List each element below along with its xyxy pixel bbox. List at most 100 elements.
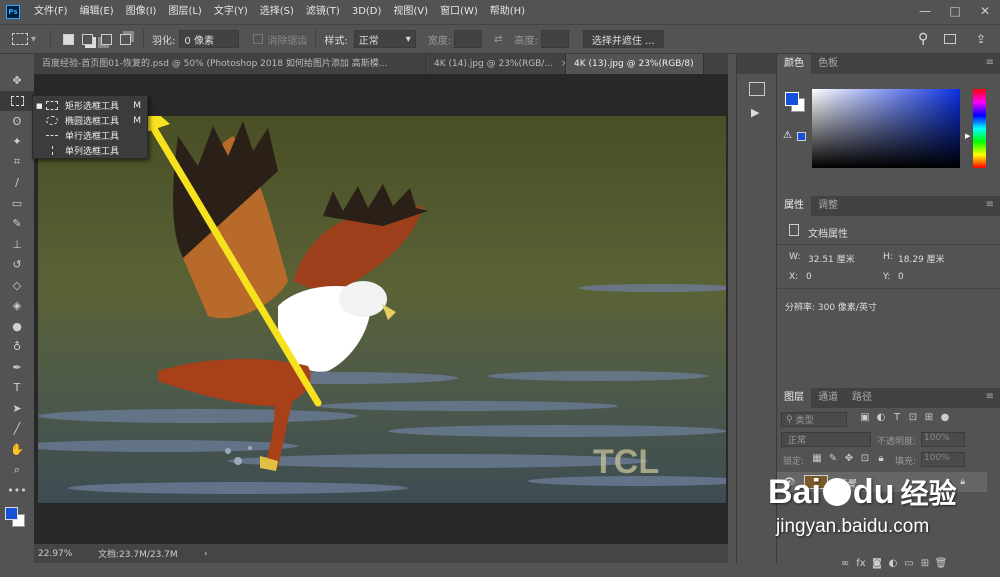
clone-stamp-tool-icon[interactable]: ⊥ bbox=[0, 234, 34, 255]
tab-layers[interactable]: 图层 bbox=[777, 388, 811, 408]
new-selection-icon[interactable] bbox=[63, 33, 75, 45]
eyedropper-tool-icon[interactable]: ∕ bbox=[0, 173, 34, 194]
menu-view[interactable]: 视图(V) bbox=[387, 0, 434, 24]
pen-tool-icon[interactable]: ✒ bbox=[0, 357, 34, 378]
flyout-single-row-marquee[interactable]: 单行选框工具 bbox=[33, 128, 147, 143]
rect-marquee-tool-icon[interactable] bbox=[0, 90, 34, 111]
blend-mode-select[interactable]: 正常 bbox=[781, 432, 871, 447]
menu-file[interactable]: 文件(F) bbox=[28, 0, 74, 24]
lock-transparent-icon[interactable]: ▦ bbox=[809, 453, 825, 464]
intersect-selection-icon[interactable] bbox=[120, 33, 132, 45]
menu-filter[interactable]: 滤镜(T) bbox=[300, 0, 346, 24]
tab-channels[interactable]: 通道 bbox=[811, 388, 845, 408]
flyout-ellipse-marquee[interactable]: 椭圆选框工具 M bbox=[33, 113, 147, 128]
lock-artboard-icon[interactable]: ⊡ bbox=[857, 453, 873, 464]
menu-layer[interactable]: 图层(L) bbox=[162, 0, 207, 24]
zoom-tool-icon[interactable]: ⌕ bbox=[0, 460, 34, 481]
menu-3d[interactable]: 3D(D) bbox=[346, 0, 388, 24]
adjustment-filter-icon[interactable]: ◐ bbox=[873, 412, 889, 423]
menu-edit[interactable]: 编辑(E) bbox=[74, 0, 120, 24]
hue-slider[interactable] bbox=[973, 89, 986, 168]
healing-brush-tool-icon[interactable]: ▭ bbox=[0, 193, 34, 214]
hand-tool-icon[interactable]: ✋ bbox=[0, 439, 34, 460]
flyout-rect-marquee[interactable]: ■ 矩形选框工具 M bbox=[33, 98, 147, 113]
tab-document-3[interactable]: 4K (13).jpg @ 23%(RGB/8) × bbox=[566, 54, 704, 74]
width-input[interactable] bbox=[454, 30, 483, 48]
properties-panel-tabs: 属性 调整 ≡ bbox=[777, 196, 1000, 216]
brush-tool-icon[interactable]: ✎ bbox=[0, 214, 34, 235]
add-selection-icon[interactable] bbox=[82, 33, 94, 45]
feather-input[interactable]: 0 像素 bbox=[179, 30, 240, 48]
y-label: Y: bbox=[883, 272, 891, 282]
share-icon[interactable]: ⇪ bbox=[976, 32, 986, 46]
tab-document-2[interactable]: 4K (14).jpg @ 23%(RGB/...× bbox=[426, 54, 566, 74]
document-photo[interactable]: TCL bbox=[38, 116, 726, 503]
path-selection-tool-icon[interactable]: ➤ bbox=[0, 398, 34, 419]
opacity-input[interactable]: 100% bbox=[921, 432, 965, 447]
maximize-button[interactable]: □ bbox=[940, 0, 970, 24]
crop-tool-icon[interactable]: ⌗ bbox=[0, 152, 34, 173]
subtract-selection-icon[interactable] bbox=[101, 33, 113, 45]
blur-tool-icon[interactable]: ● bbox=[0, 316, 34, 337]
watermark-brand-mid: du bbox=[852, 472, 895, 511]
watermark-url: jingyan.baidu.com bbox=[776, 516, 930, 537]
swap-icon[interactable]: ⇄ bbox=[494, 34, 502, 45]
history-panel-icon[interactable] bbox=[749, 82, 765, 96]
lock-image-icon[interactable]: ✎ bbox=[825, 453, 841, 464]
height-input[interactable] bbox=[540, 30, 569, 48]
smart-object-filter-icon[interactable]: ⊞ bbox=[921, 412, 937, 423]
menu-help[interactable]: 帮助(H) bbox=[484, 0, 531, 24]
color-field[interactable] bbox=[812, 89, 960, 168]
panel-menu-icon[interactable]: ≡ bbox=[986, 199, 994, 210]
type-filter-icon[interactable]: T bbox=[889, 412, 905, 423]
lock-position-icon[interactable]: ✥ bbox=[841, 453, 857, 464]
pixel-filter-icon[interactable]: ▣ bbox=[857, 412, 873, 423]
tab-color[interactable]: 颜色 bbox=[777, 54, 811, 74]
status-menu-arrow-icon[interactable]: › bbox=[204, 549, 208, 559]
filter-label: 类型 bbox=[795, 416, 814, 426]
tab-properties[interactable]: 属性 bbox=[777, 196, 811, 216]
select-and-mask-button[interactable]: 选择并遮住 ... bbox=[582, 30, 664, 48]
menu-window[interactable]: 窗口(W) bbox=[434, 0, 484, 24]
type-tool-icon[interactable]: T bbox=[0, 378, 34, 399]
marquee-preset-icon[interactable] bbox=[12, 33, 28, 45]
filter-toggle-icon[interactable]: ● bbox=[937, 412, 953, 423]
search-icon[interactable]: ⚲ bbox=[918, 31, 928, 47]
magic-wand-tool-icon[interactable]: ✦ bbox=[0, 132, 34, 153]
move-tool-icon[interactable]: ✥ bbox=[0, 70, 34, 91]
workspace-icon[interactable] bbox=[944, 34, 956, 44]
document-tabs: 百度经验-首页图01-恢复的.psd @ 50% (Photoshop 2018… bbox=[34, 54, 728, 74]
line-tool-icon[interactable]: ╱ bbox=[0, 419, 34, 440]
tab-paths[interactable]: 路径 bbox=[845, 388, 879, 408]
fill-input[interactable]: 100% bbox=[921, 452, 965, 467]
layer-filter-select[interactable]: ⚲ 类型 bbox=[781, 412, 847, 427]
close-icon[interactable]: × bbox=[702, 54, 703, 74]
tab-document-1[interactable]: 百度经验-首页图01-恢复的.psd @ 50% (Photoshop 2018… bbox=[34, 54, 426, 74]
menu-type[interactable]: 文字(Y) bbox=[208, 0, 254, 24]
minimize-button[interactable]: — bbox=[910, 0, 940, 24]
style-label: 样式: bbox=[324, 35, 348, 47]
antialias-checkbox[interactable] bbox=[253, 34, 264, 44]
panel-menu-icon[interactable]: ≡ bbox=[986, 57, 994, 68]
foreground-color-swatch[interactable] bbox=[785, 92, 799, 106]
shape-filter-icon[interactable]: ⊡ bbox=[905, 412, 921, 423]
flyout-single-column-marquee[interactable]: 单列选框工具 bbox=[33, 143, 147, 158]
foreground-color-swatch[interactable] bbox=[5, 506, 18, 520]
tab-swatches[interactable]: 色板 bbox=[811, 54, 845, 74]
history-brush-tool-icon[interactable]: ↺ bbox=[0, 255, 34, 276]
actions-play-icon[interactable]: ▶ bbox=[751, 106, 776, 119]
dodge-tool-icon[interactable]: ♁ bbox=[0, 337, 34, 358]
menu-image[interactable]: 图像(I) bbox=[120, 0, 163, 24]
websafe-color-swatch[interactable] bbox=[797, 132, 806, 141]
more-tools-icon[interactable]: ••• bbox=[0, 480, 34, 501]
paint-bucket-tool-icon[interactable]: ◈ bbox=[0, 296, 34, 317]
tab-adjustments[interactable]: 调整 bbox=[811, 196, 845, 216]
lasso-tool-icon[interactable]: ʘ bbox=[0, 111, 34, 132]
close-button[interactable]: ✕ bbox=[970, 0, 1000, 24]
menu-select[interactable]: 选择(S) bbox=[254, 0, 300, 24]
zoom-level[interactable]: 22.97% bbox=[38, 549, 98, 559]
lock-all-icon[interactable]: 🔒︎ bbox=[873, 453, 889, 464]
panel-menu-icon[interactable]: ≡ bbox=[986, 391, 994, 402]
style-select[interactable]: 正常 ▾ bbox=[353, 30, 416, 48]
eraser-tool-icon[interactable]: ◇ bbox=[0, 275, 34, 296]
